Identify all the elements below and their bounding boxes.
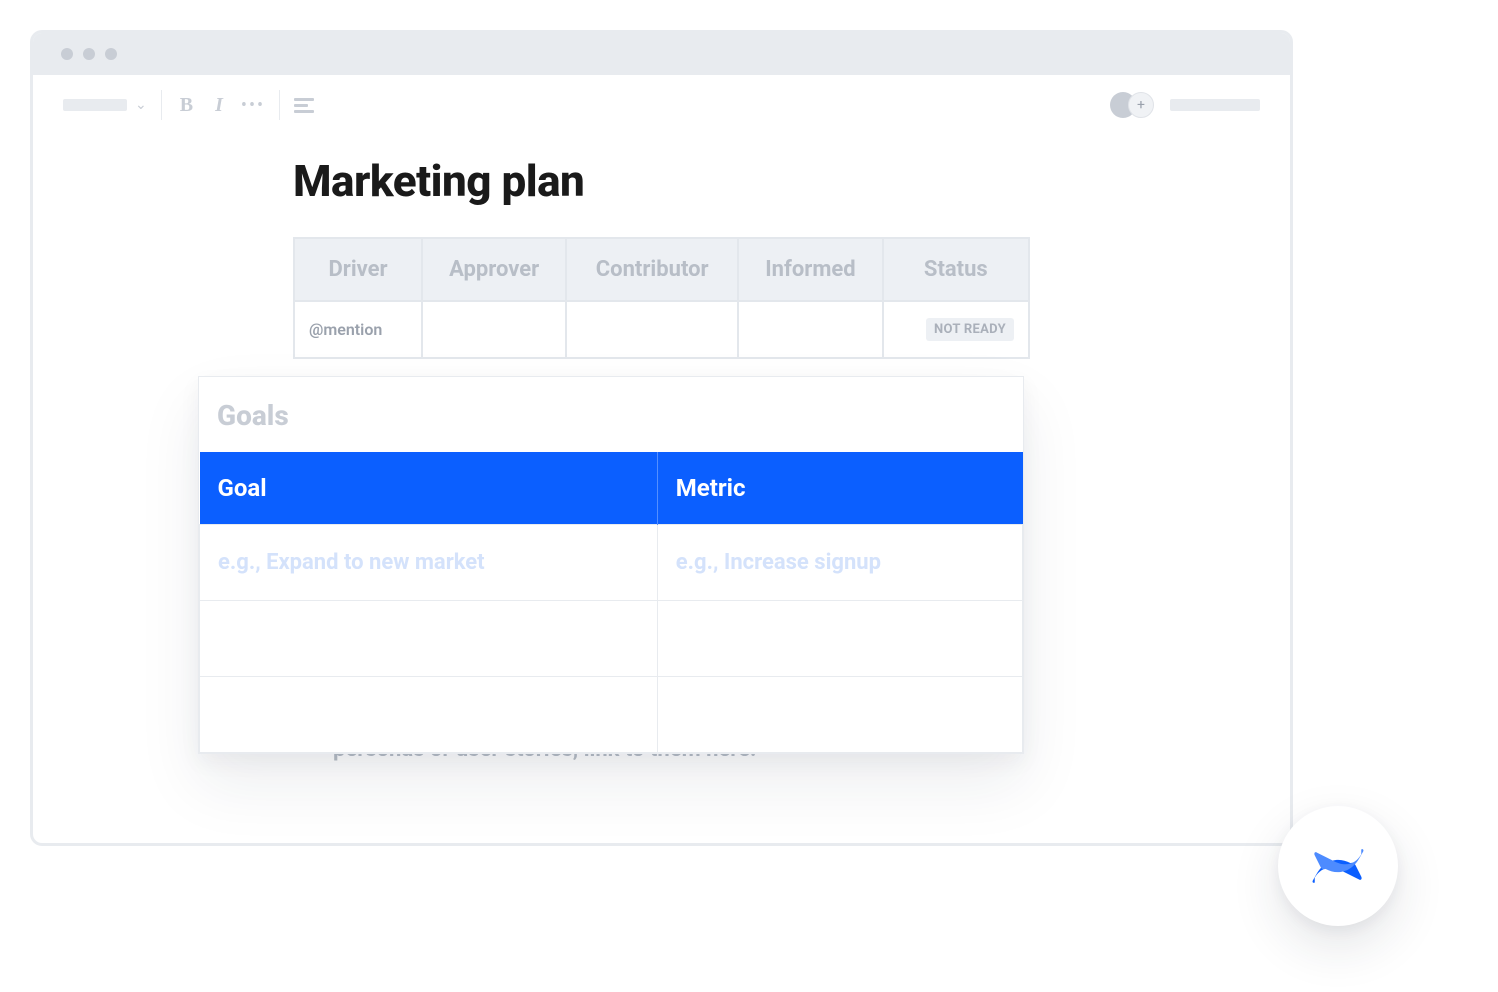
page-title[interactable]: Marketing plan xyxy=(293,155,1030,207)
italic-button[interactable]: I xyxy=(211,94,227,117)
bold-button[interactable]: B xyxy=(176,94,197,117)
toolbar-left-group: ⌄ B I ••• xyxy=(63,90,314,120)
confluence-logo-badge xyxy=(1278,806,1398,926)
text-style-dropdown[interactable]: ⌄ xyxy=(63,97,147,113)
goal-cell[interactable]: e.g., Expand to new market xyxy=(200,525,658,601)
text-style-placeholder xyxy=(63,99,127,111)
metric-cell[interactable]: e.g., Increase signup xyxy=(657,525,1022,601)
goals-overlay-panel: Goals Goal Metric e.g., Expand to new ma… xyxy=(198,376,1024,754)
metric-cell[interactable] xyxy=(657,601,1022,677)
table-row[interactable] xyxy=(200,601,1023,677)
daci-header-informed: Informed xyxy=(738,238,882,301)
goal-cell[interactable] xyxy=(200,601,658,677)
window-maximize-dot[interactable] xyxy=(105,48,117,60)
goal-cell[interactable] xyxy=(200,677,658,753)
goals-header-goal: Goal xyxy=(200,452,658,525)
daci-cell-contributor[interactable] xyxy=(566,301,738,358)
goals-section-heading: Goals xyxy=(199,399,1023,452)
toolbar-divider xyxy=(279,90,280,120)
daci-cell-status[interactable]: NOT READY xyxy=(883,301,1029,358)
daci-header-approver: Approver xyxy=(422,238,566,301)
confluence-icon xyxy=(1307,835,1369,897)
toolbar-divider xyxy=(161,90,162,120)
table-row[interactable]: e.g., Expand to new market e.g., Increas… xyxy=(200,525,1023,601)
share-button-placeholder[interactable] xyxy=(1170,99,1260,111)
status-badge: NOT READY xyxy=(926,318,1014,341)
window-close-dot[interactable] xyxy=(61,48,73,60)
daci-header-contributor: Contributor xyxy=(566,238,738,301)
table-row[interactable] xyxy=(200,677,1023,753)
goals-header-metric: Metric xyxy=(657,452,1022,525)
editor-toolbar: ⌄ B I ••• + xyxy=(33,75,1290,135)
more-formatting-button[interactable]: ••• xyxy=(241,95,265,116)
add-collaborator-button[interactable]: + xyxy=(1128,92,1154,118)
daci-header-driver: Driver xyxy=(294,238,422,301)
window-titlebar xyxy=(33,33,1290,75)
chevron-down-icon: ⌄ xyxy=(135,97,147,113)
daci-header-status: Status xyxy=(883,238,1029,301)
daci-cell-driver[interactable]: @mention xyxy=(294,301,422,358)
table-row[interactable]: @mention NOT READY xyxy=(294,301,1029,358)
window-minimize-dot[interactable] xyxy=(83,48,95,60)
collaborators: + xyxy=(1110,92,1154,118)
daci-table: Driver Approver Contributor Informed Sta… xyxy=(293,237,1030,359)
goals-table: Goal Metric e.g., Expand to new market e… xyxy=(199,452,1023,753)
daci-cell-informed[interactable] xyxy=(738,301,882,358)
align-left-icon[interactable] xyxy=(294,98,314,113)
toolbar-right-group: + xyxy=(1110,92,1260,118)
metric-cell[interactable] xyxy=(657,677,1022,753)
daci-cell-approver[interactable] xyxy=(422,301,566,358)
